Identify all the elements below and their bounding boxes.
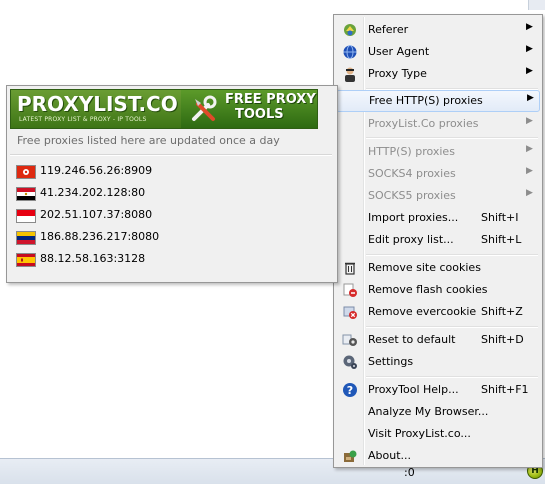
free-proxy-tools-title: FREE PROXY TOOLS [225,92,316,122]
tools-title-line2: TOOLS [235,107,284,122]
menu-shortcut: Shift+I [481,211,519,224]
menu-item-free-https-proxies[interactable]: Free HTTP(S) proxies ▶ [336,90,540,112]
egypt-flag [16,187,36,201]
proxylist-banner[interactable]: PROXYLIST.CO LATEST PROXY LIST & PROXY -… [10,89,318,129]
evercookie-icon [342,304,358,320]
menu-item-label: Referer [368,23,409,36]
user-agent-icon [342,44,358,60]
menu-item-about[interactable]: About... [336,445,540,467]
menu-item-https-proxies[interactable]: HTTP(S) proxies ▶ [336,141,540,163]
submenu-arrow-icon: ▶ [526,44,533,54]
proxy-type-icon [342,66,358,82]
submenu-arrow-icon: ▶ [526,66,533,76]
menu-item-settings[interactable]: Settings [336,351,540,373]
proxy-address: 202.51.107.37:8080 [40,208,153,221]
menu-item-label: Remove evercookie [368,305,477,318]
menu-item-proxy-type[interactable]: Proxy Type ▶ [336,63,540,85]
menu-item-label: Settings [368,355,414,368]
menu-item-label: Edit proxy list... [368,233,454,246]
menu-shortcut: Shift+F1 [481,383,529,396]
menu-item-analyze-my-browser[interactable]: Analyze My Browser... [336,401,540,423]
menu-item-label: User Agent [368,45,430,58]
menu-item-proxylist-co-proxies[interactable]: ProxyList.Co proxies ▶ [336,113,540,135]
menu-item-label: Analyze My Browser... [368,405,489,418]
menu-item-remove-flash-cookies[interactable]: Remove flash cookies [336,279,540,301]
menu-shortcut: Shift+D [481,333,524,346]
proxy-item[interactable]: 186.88.236.217:8080 [10,226,332,248]
proxy-address: 119.246.56.26:8909 [40,164,153,177]
indonesia-flag [16,209,36,223]
menu-item-remove-evercookie[interactable]: Remove evercookie Shift+Z [336,301,540,323]
tools-title-line1: FREE PROXY [225,92,316,107]
menu-item-referer[interactable]: Referer ▶ [336,19,540,41]
menu-separator [366,137,538,139]
submenu-arrow-icon: ▶ [526,22,533,32]
proxylist-logo: PROXYLIST.CO [17,92,178,116]
submenu-arrow-icon: ▶ [527,93,534,103]
menu-item-visit-proxylist[interactable]: Visit ProxyList.co... [336,423,540,445]
reset-icon [342,332,358,348]
menu-item-label: ProxyList.Co proxies [368,117,479,130]
menu-item-remove-site-cookies[interactable]: Remove site cookies [336,257,540,279]
proxy-address: 186.88.236.217:8080 [40,230,160,243]
about-icon [342,448,358,464]
tools-icon [192,95,217,121]
settings-icon [342,354,358,370]
proxy-address: 88.12.58.163:3128 [40,252,146,265]
menu-item-edit-proxy-list[interactable]: Edit proxy list... Shift+L [336,229,540,251]
free-proxies-submenu: PROXYLIST.CO LATEST PROXY LIST & PROXY -… [6,85,338,283]
context-menu: Referer ▶ User Agent ▶ Proxy Type ▶ Free… [333,14,543,468]
menu-separator [366,376,538,378]
spain-flag [16,253,36,267]
menu-item-user-agent[interactable]: User Agent ▶ [336,41,540,63]
proxy-item[interactable]: 119.246.56.26:8909 [10,160,332,182]
trash-icon [342,260,358,276]
submenu-arrow-icon: ▶ [526,188,533,198]
menu-item-label: SOCKS4 proxies [368,167,456,180]
proxylist-tagline: LATEST PROXY LIST & PROXY - IP TOOLS [19,116,147,123]
menu-item-label: Reset to default [368,333,456,346]
menu-item-label: About... [368,449,412,462]
flash-cookie-icon [342,282,358,298]
menu-item-label: Remove site cookies [368,261,481,274]
venezuela-flag [16,231,36,245]
proxy-item[interactable]: 202.51.107.37:8080 [10,204,332,226]
proxy-item[interactable]: 88.12.58.163:3128 [10,248,332,270]
update-note: Free proxies listed here are updated onc… [17,134,280,147]
menu-shortcut: Shift+L [481,233,522,246]
menu-item-socks5-proxies[interactable]: SOCKS5 proxies ▶ [336,185,540,207]
menu-item-reset-to-default[interactable]: Reset to default Shift+D [336,329,540,351]
menu-item-label: HTTP(S) proxies [368,145,455,158]
menu-item-proxytool-help[interactable]: ? ProxyTool Help... Shift+F1 [336,379,540,401]
submenu-arrow-icon: ▶ [526,166,533,176]
menu-shortcut: Shift+Z [481,305,523,318]
menu-item-label: Import proxies... [368,211,459,224]
menu-item-import-proxies[interactable]: Import proxies... Shift+I [336,207,540,229]
svg-text:?: ? [347,384,353,397]
proxy-address: 41.234.202.128:80 [40,186,146,199]
menu-separator [366,254,538,256]
submenu-arrow-icon: ▶ [526,116,533,126]
hong-kong-flag [16,165,36,179]
submenu-separator [10,154,332,156]
menu-separator [366,326,538,328]
menu-item-label: SOCKS5 proxies [368,189,456,202]
help-icon: ? [342,382,358,398]
referer-icon [342,22,358,38]
menu-item-label: Visit ProxyList.co... [368,427,471,440]
menu-item-socks4-proxies[interactable]: SOCKS4 proxies ▶ [336,163,540,185]
submenu-arrow-icon: ▶ [526,144,533,154]
menu-item-label: Proxy Type [368,67,427,80]
menu-item-label: Free HTTP(S) proxies [369,94,483,107]
menu-item-label: ProxyTool Help... [368,383,459,396]
proxy-item[interactable]: 41.234.202.128:80 [10,182,332,204]
menu-item-label: Remove flash cookies [368,283,488,296]
scrollbar-stub[interactable] [528,0,545,10]
